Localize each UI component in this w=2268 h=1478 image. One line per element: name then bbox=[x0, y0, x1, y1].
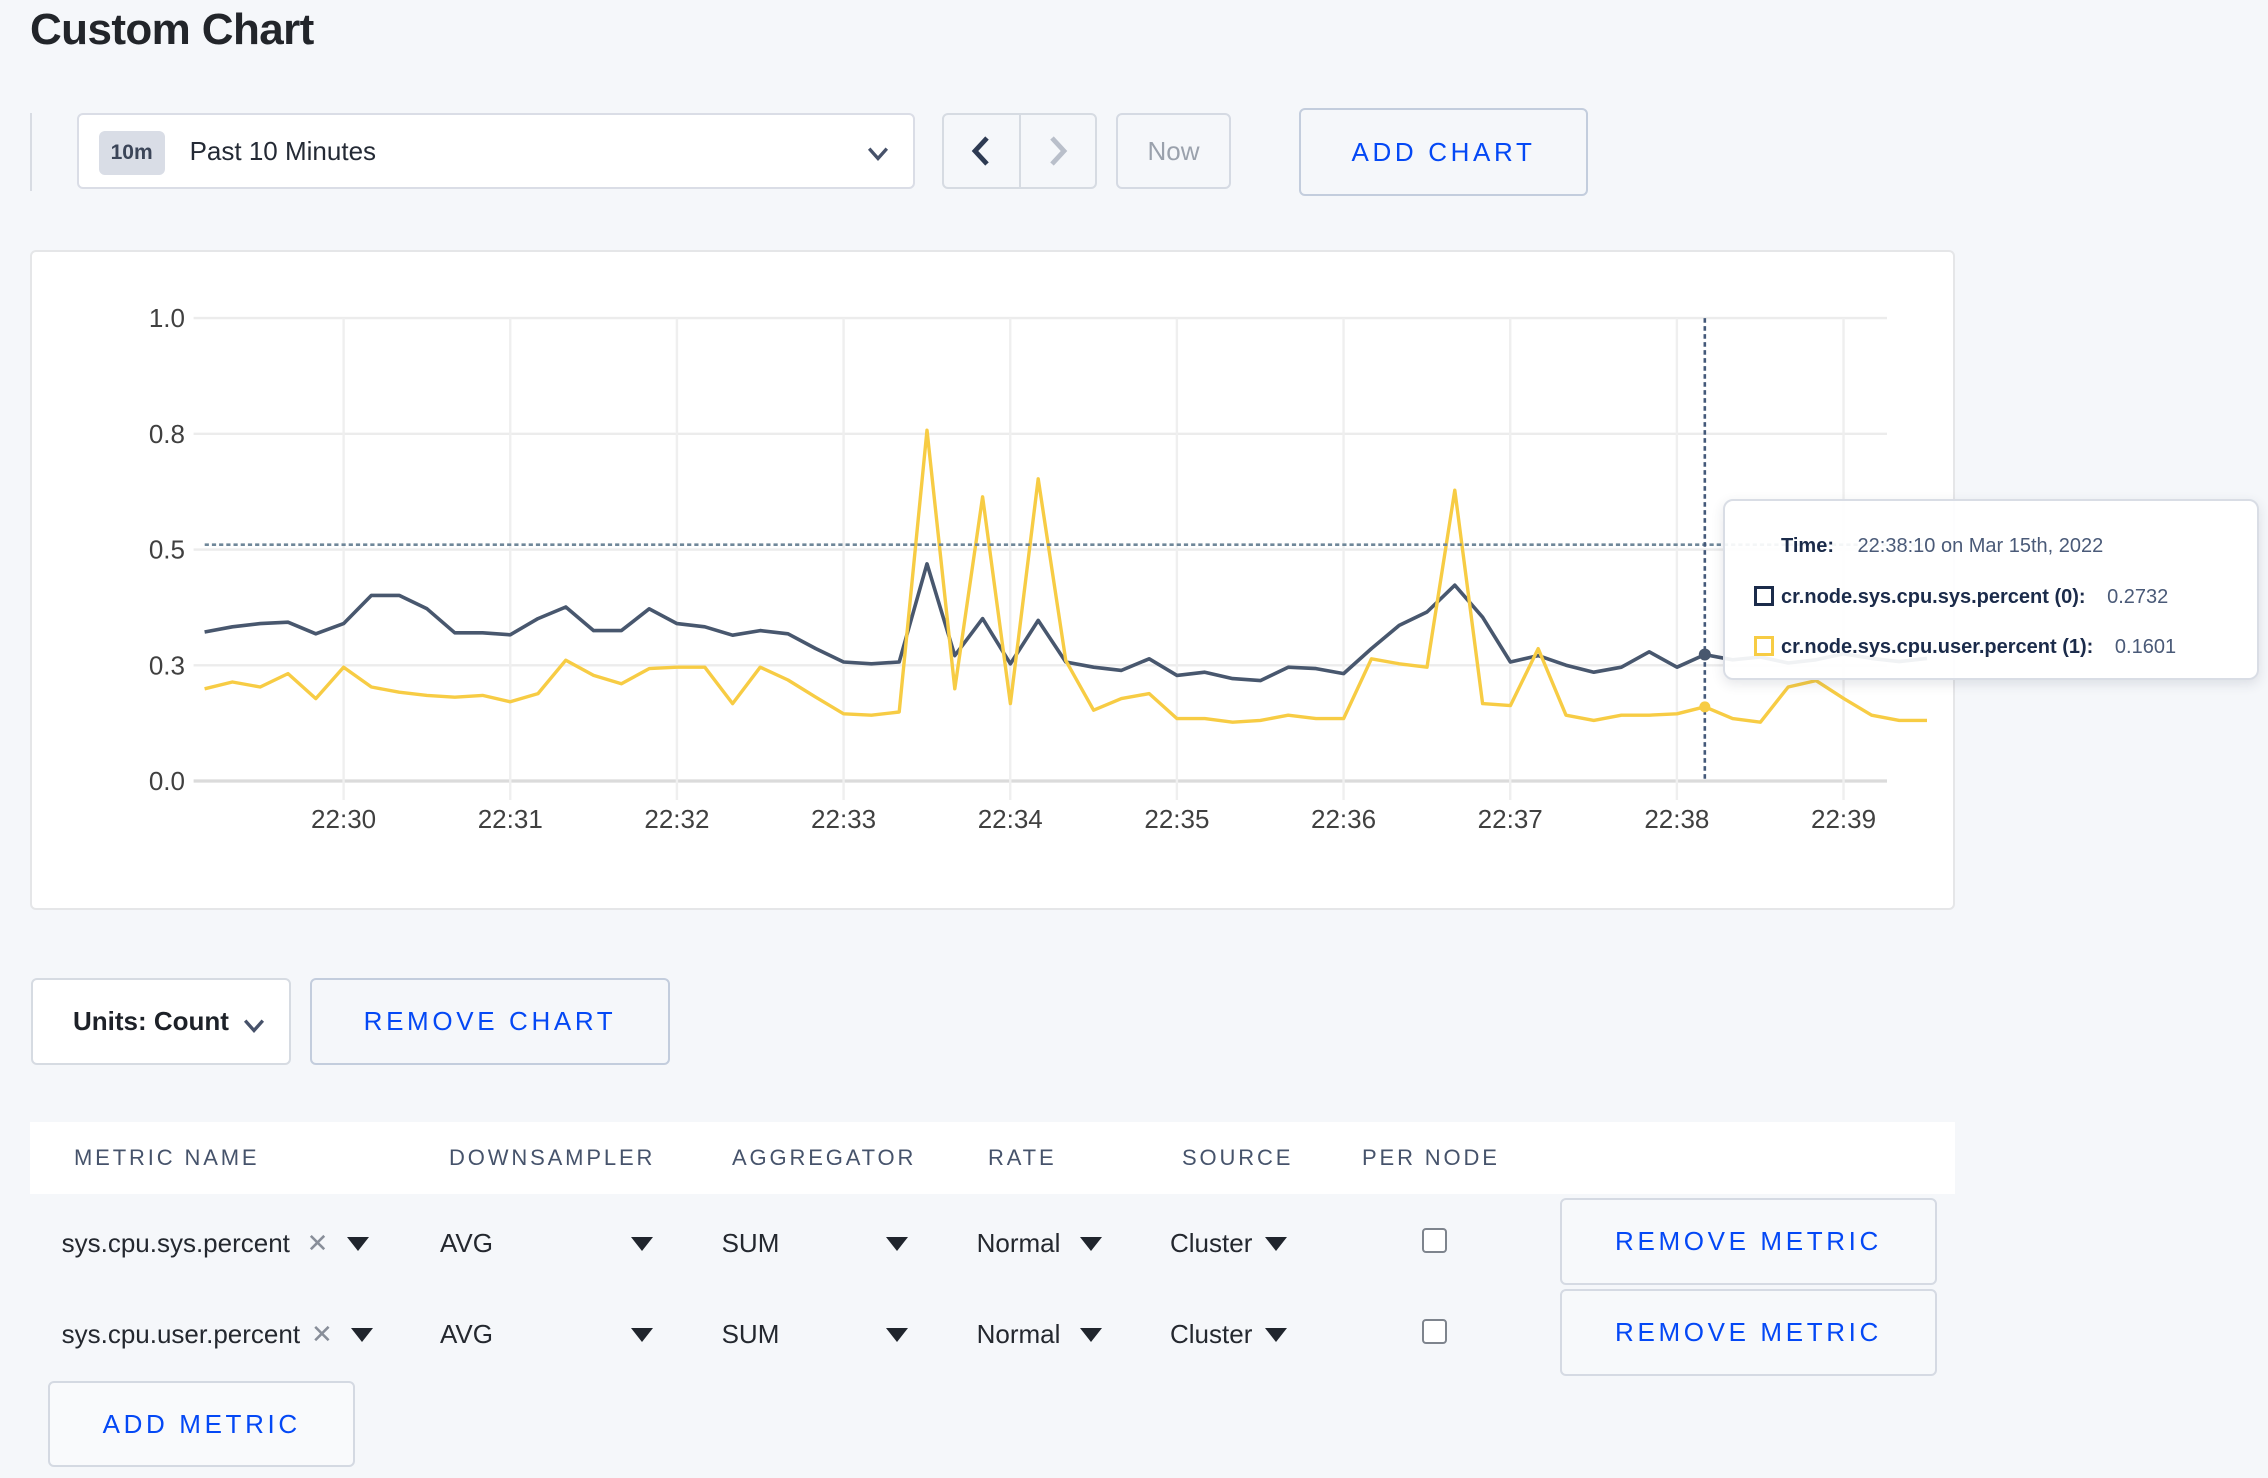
line-chart[interactable]: 0.0 0.3 0.5 0.8 1.0 22:30 22:31 22:32 22:33 22:34… bbox=[32, 252, 1956, 910]
metric-row: sys.cpu.user.percent ✕ AVG SUM Normal Cl… bbox=[0, 1288, 2268, 1380]
svg-text:0.5: 0.5 bbox=[149, 535, 185, 565]
tooltip-series-row: cr.node.sys.cpu.sys.percent (0): 0.2732 bbox=[1754, 585, 2169, 609]
remove-chart-button[interactable]: REMOVE CHART bbox=[310, 978, 670, 1065]
col-source: SOURCE bbox=[1182, 1145, 1294, 1170]
metric-name-value[interactable]: sys.cpu.sys.percent bbox=[62, 1197, 290, 1289]
rate-caret-icon[interactable] bbox=[1079, 1328, 1102, 1342]
metric-row: sys.cpu.sys.percent ✕ AVG SUM Normal Clu… bbox=[0, 1197, 2268, 1289]
source-select[interactable]: Cluster bbox=[1170, 1288, 1252, 1380]
now-button[interactable]: Now bbox=[1116, 113, 1231, 189]
per-node-checkbox[interactable] bbox=[1422, 1319, 1447, 1345]
rate-select[interactable]: Normal bbox=[977, 1288, 1061, 1380]
svg-text:0.0: 0.0 bbox=[149, 766, 185, 796]
time-nav-arrows bbox=[942, 113, 1097, 189]
svg-text:0.3: 0.3 bbox=[149, 650, 185, 680]
toolbar-divider bbox=[30, 113, 32, 191]
downsampler-caret-icon[interactable] bbox=[631, 1237, 653, 1251]
custom-chart-page: Custom Chart 10m Past 10 Minutes Now ADD… bbox=[0, 0, 2268, 1478]
downsampler-caret-icon[interactable] bbox=[631, 1328, 653, 1342]
source-caret-icon[interactable] bbox=[1264, 1328, 1287, 1342]
next-time-button[interactable] bbox=[1021, 115, 1096, 187]
chevron-right-icon bbox=[1049, 136, 1068, 166]
metric-name-caret-icon[interactable] bbox=[346, 1237, 369, 1251]
svg-text:1.0: 1.0 bbox=[149, 303, 185, 333]
aggregator-caret-icon[interactable] bbox=[886, 1237, 909, 1251]
units-dropdown[interactable]: Units: Count bbox=[31, 978, 291, 1065]
metrics-table-header: METRIC NAME DOWNSAMPLER AGGREGATOR RATE … bbox=[30, 1122, 1955, 1194]
tooltip-time-row: Time: 22:38:10 on Mar 15th, 2022 bbox=[1781, 534, 2103, 558]
add-metric-button[interactable]: ADD METRIC bbox=[48, 1380, 355, 1468]
series-user-swatch bbox=[1754, 636, 1774, 656]
svg-text:22:32: 22:32 bbox=[644, 804, 709, 834]
aggregator-caret-icon[interactable] bbox=[886, 1328, 909, 1342]
rate-caret-icon[interactable] bbox=[1079, 1237, 1102, 1251]
chevron-down-icon bbox=[243, 1019, 265, 1033]
metric-name-caret-icon[interactable] bbox=[351, 1328, 373, 1342]
svg-text:22:39: 22:39 bbox=[1811, 804, 1876, 834]
downsampler-select[interactable]: AVG bbox=[440, 1288, 493, 1380]
per-node-checkbox[interactable] bbox=[1422, 1228, 1447, 1254]
remove-metric-x-icon[interactable]: ✕ bbox=[307, 1197, 329, 1289]
add-chart-button[interactable]: ADD CHART bbox=[1299, 108, 1588, 196]
source-select[interactable]: Cluster bbox=[1170, 1197, 1252, 1289]
svg-text:0.8: 0.8 bbox=[149, 419, 185, 449]
col-aggregator: AGGREGATOR bbox=[732, 1145, 917, 1170]
svg-text:22:38: 22:38 bbox=[1644, 804, 1709, 834]
col-downsampler: DOWNSAMPLER bbox=[449, 1145, 656, 1170]
svg-text:22:31: 22:31 bbox=[478, 804, 543, 834]
chart-card: 0.0 0.3 0.5 0.8 1.0 22:30 22:31 22:32 22:33 22:34… bbox=[30, 250, 1955, 910]
series-sys-swatch bbox=[1754, 586, 1774, 606]
col-metric-name: METRIC NAME bbox=[74, 1145, 260, 1170]
tooltip-user-label: cr.node.sys.cpu.user.percent (1): bbox=[1781, 636, 2094, 658]
tooltip-time-value: 22:38:10 on Mar 15th, 2022 bbox=[1857, 535, 2104, 557]
units-label: Units: Count bbox=[73, 1006, 229, 1036]
svg-text:22:30: 22:30 bbox=[311, 804, 376, 834]
metric-name-value[interactable]: sys.cpu.user.percent bbox=[62, 1288, 300, 1380]
col-rate: RATE bbox=[988, 1145, 1057, 1170]
time-range-dropdown[interactable]: 10m Past 10 Minutes bbox=[76, 113, 915, 189]
tooltip-user-value: 0.1601 bbox=[2114, 636, 2177, 658]
rate-select[interactable]: Normal bbox=[977, 1197, 1061, 1289]
chart-tooltip: Time: 22:38:10 on Mar 15th, 2022 cr.node… bbox=[1723, 499, 2259, 680]
time-range-label: Past 10 Minutes bbox=[189, 136, 377, 166]
time-range-badge: 10m bbox=[98, 131, 165, 175]
tooltip-sys-label: cr.node.sys.cpu.sys.percent (0): bbox=[1781, 586, 2086, 608]
col-per-node: PER NODE bbox=[1362, 1145, 1500, 1170]
page-title: Custom Chart bbox=[30, 5, 314, 55]
svg-text:22:37: 22:37 bbox=[1478, 804, 1543, 834]
tooltip-sys-value: 0.2732 bbox=[2107, 586, 2169, 608]
downsampler-select[interactable]: AVG bbox=[440, 1197, 493, 1289]
svg-text:22:36: 22:36 bbox=[1311, 804, 1376, 834]
remove-metric-button[interactable]: REMOVE METRIC bbox=[1560, 1289, 1937, 1376]
aggregator-select[interactable]: SUM bbox=[722, 1288, 780, 1380]
chevron-down-icon bbox=[867, 147, 888, 161]
remove-metric-button[interactable]: REMOVE METRIC bbox=[1560, 1198, 1937, 1285]
svg-text:22:34: 22:34 bbox=[978, 804, 1043, 834]
tooltip-series-row: cr.node.sys.cpu.user.percent (1): 0.1601 bbox=[1754, 635, 2177, 659]
source-caret-icon[interactable] bbox=[1264, 1237, 1287, 1251]
svg-text:22:35: 22:35 bbox=[1144, 804, 1209, 834]
tooltip-time-label: Time: bbox=[1781, 535, 1834, 557]
svg-text:22:33: 22:33 bbox=[811, 804, 876, 834]
prev-time-button[interactable] bbox=[944, 115, 1021, 187]
aggregator-select[interactable]: SUM bbox=[722, 1197, 780, 1289]
chevron-left-icon bbox=[971, 136, 990, 166]
remove-metric-x-icon[interactable]: ✕ bbox=[311, 1288, 333, 1380]
